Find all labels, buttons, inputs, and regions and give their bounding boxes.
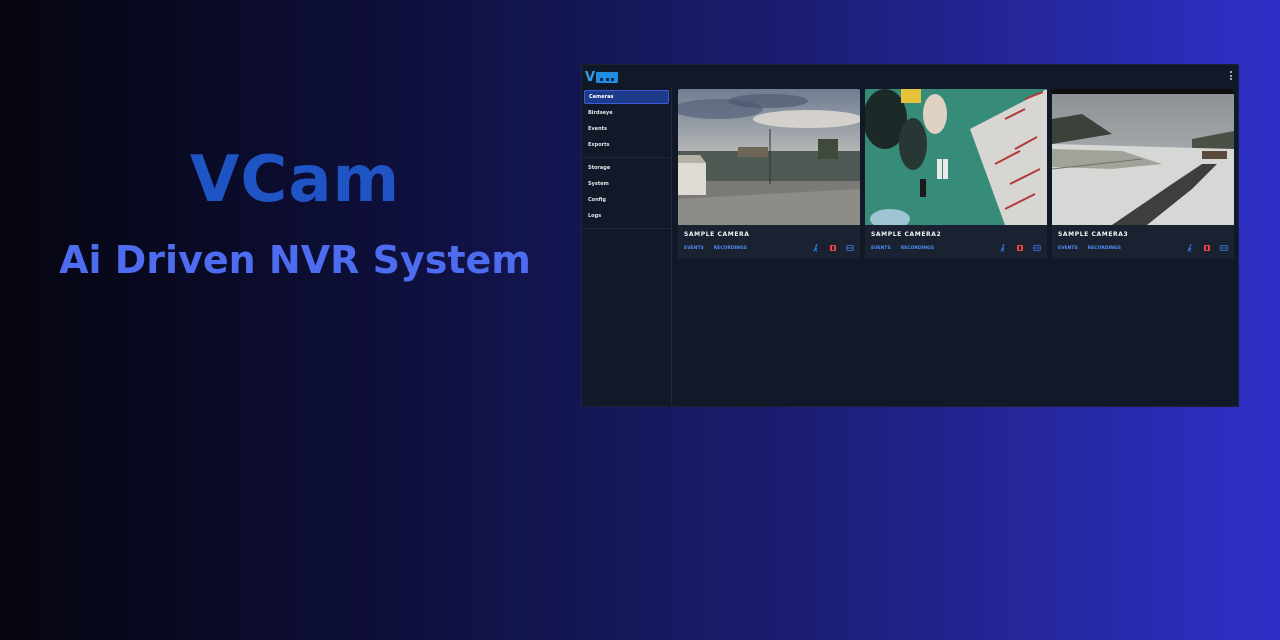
camera-actions <box>999 244 1041 252</box>
app-logo[interactable]: V <box>585 71 618 84</box>
record-film-icon[interactable] <box>1203 244 1211 252</box>
camera-links: EVENTS RECORDINGS <box>871 246 934 251</box>
snapshot-icon[interactable] <box>846 244 854 252</box>
events-link[interactable]: EVENTS <box>1058 246 1078 251</box>
record-film-icon[interactable] <box>829 244 837 252</box>
camera-card: SAMPLE CAMERA2 EVENTS RECORDINGS <box>865 89 1047 259</box>
recordings-link[interactable]: RECORDINGS <box>1088 246 1121 251</box>
camera-grid: SAMPLE CAMERA EVENTS RECORDINGS SAMPLE C… <box>678 89 1236 261</box>
sidebar: Cameras Birdseye Events Exports Storage … <box>582 87 672 406</box>
motion-icon[interactable] <box>812 244 820 252</box>
events-link[interactable]: EVENTS <box>684 246 704 251</box>
snapshot-icon[interactable] <box>1033 244 1041 252</box>
more-menu-icon[interactable] <box>1229 71 1233 80</box>
logo-camera-icon <box>596 72 618 83</box>
app-window: V Cameras Birdseye Events Exports Storag… <box>581 64 1239 407</box>
sidebar-item-storage[interactable]: Storage <box>584 161 669 175</box>
camera-title: SAMPLE CAMERA2 <box>871 231 942 238</box>
sidebar-group-system: Storage System Config Logs <box>582 158 671 229</box>
motion-icon[interactable] <box>1186 244 1194 252</box>
camera-links: EVENTS RECORDINGS <box>684 246 747 251</box>
camera-actions <box>1186 244 1228 252</box>
camera-card: SAMPLE CAMERA EVENTS RECORDINGS <box>678 89 860 259</box>
camera-actions <box>812 244 854 252</box>
camera-feed-image[interactable] <box>1052 89 1234 225</box>
camera-title: SAMPLE CAMERA3 <box>1058 231 1129 238</box>
sidebar-item-config[interactable]: Config <box>584 193 669 207</box>
recordings-link[interactable]: RECORDINGS <box>714 246 747 251</box>
record-film-icon[interactable] <box>1016 244 1024 252</box>
sidebar-item-cameras[interactable]: Cameras <box>584 90 669 104</box>
snapshot-icon[interactable] <box>1220 244 1228 252</box>
sidebar-item-system[interactable]: System <box>584 177 669 191</box>
camera-feed-image[interactable] <box>678 89 860 225</box>
hero-subtitle: Ai Driven NVR System <box>59 238 531 282</box>
camera-card: SAMPLE CAMERA3 EVENTS RECORDINGS <box>1052 89 1234 259</box>
sidebar-item-exports[interactable]: Exports <box>584 138 669 152</box>
sidebar-item-birdseye[interactable]: Birdseye <box>584 106 669 120</box>
sidebar-item-logs[interactable]: Logs <box>584 209 669 223</box>
sidebar-group-main: Cameras Birdseye Events Exports <box>582 87 671 158</box>
camera-title: SAMPLE CAMERA <box>684 231 750 238</box>
camera-feed-image[interactable] <box>865 89 1047 225</box>
events-link[interactable]: EVENTS <box>871 246 891 251</box>
hero-title: VCam <box>189 143 401 217</box>
recordings-link[interactable]: RECORDINGS <box>901 246 934 251</box>
sidebar-item-events[interactable]: Events <box>584 122 669 136</box>
camera-links: EVENTS RECORDINGS <box>1058 246 1121 251</box>
logo-letter: V <box>585 70 596 85</box>
motion-icon[interactable] <box>999 244 1007 252</box>
app-topbar: V <box>582 65 1238 87</box>
